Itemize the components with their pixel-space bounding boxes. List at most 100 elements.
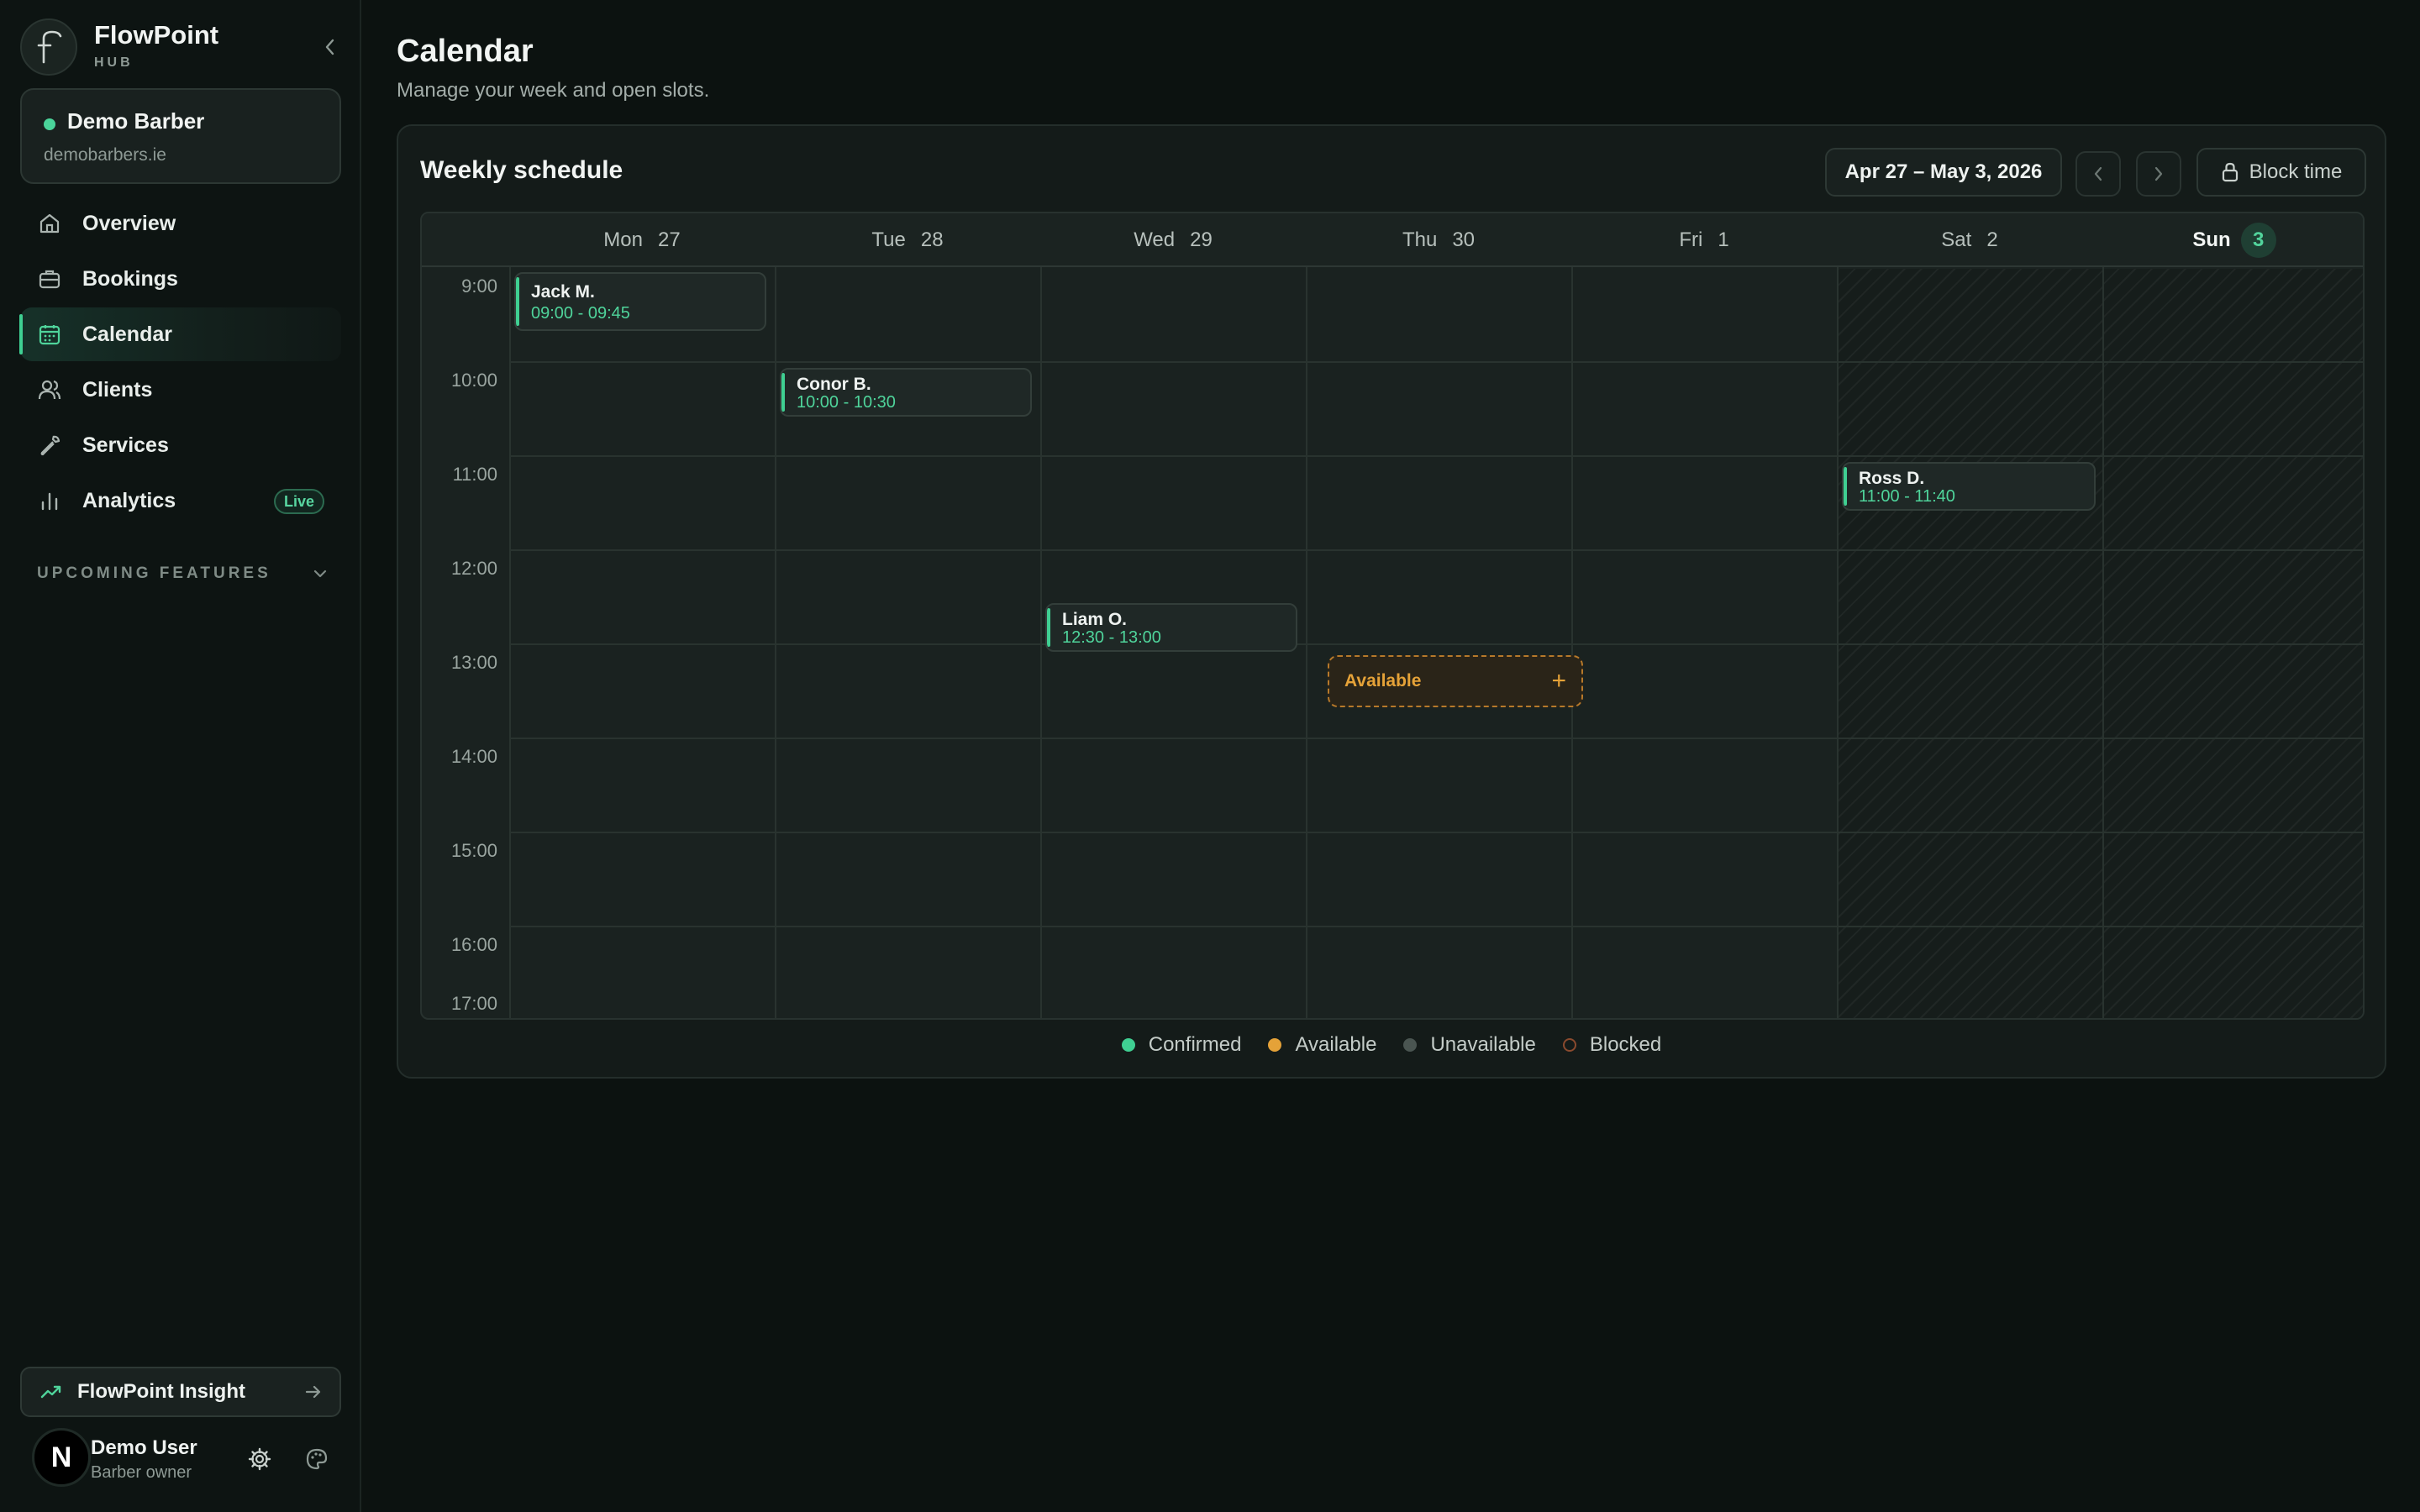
grid-line xyxy=(1837,267,1839,1018)
day-header-sun[interactable]: Sun 3 xyxy=(2102,213,2363,267)
collapse-sidebar-button[interactable] xyxy=(316,34,343,60)
legend-label: Blocked xyxy=(1589,1033,1662,1056)
day-number: 2 xyxy=(1986,228,1998,251)
booking-liam-o[interactable]: Liam O. 12:30 - 13:00 xyxy=(1045,603,1297,652)
nav-item-label: Analytics xyxy=(82,488,176,512)
nav-item-analytics[interactable]: Analytics Live xyxy=(20,474,341,528)
booking-jack-m[interactable]: Jack M. 09:00 - 09:45 xyxy=(514,272,766,331)
grid-line xyxy=(509,832,2363,833)
day-number: 29 xyxy=(1190,228,1213,251)
booking-client: Liam O. xyxy=(1062,610,1128,629)
booking-time: 11:00 - 11:40 xyxy=(1859,487,1955,506)
page-subtitle: Manage your week and open slots. xyxy=(397,79,710,102)
legend-dot xyxy=(1121,1038,1135,1052)
day-name: Wed xyxy=(1134,228,1176,251)
nav-item-calendar[interactable]: Calendar xyxy=(19,307,341,361)
booking-client: Ross D. xyxy=(1859,469,1925,488)
block-time-button[interactable]: Block time xyxy=(2196,148,2366,197)
day-header-fri[interactable]: Fri 1 xyxy=(1571,213,1837,267)
legend-dot xyxy=(1403,1038,1418,1052)
nav-item-label: Clients xyxy=(82,377,153,402)
workspace-switcher[interactable]: Demo Barber demobarbers.ie xyxy=(20,88,341,184)
legend-available: Available xyxy=(1268,1033,1376,1057)
legend-blocked: Blocked xyxy=(1562,1033,1662,1057)
live-badge: Live xyxy=(273,489,324,514)
hour-label: 10:00 xyxy=(450,370,497,391)
day-number: 27 xyxy=(657,228,681,251)
chevron-down-icon xyxy=(313,570,327,578)
brand-name: FlowPoint xyxy=(94,20,219,50)
grid-line xyxy=(1040,267,1042,1018)
available-slot-label: Available xyxy=(1344,671,1422,690)
chevron-right-icon xyxy=(2154,166,2163,181)
booking-ross-d[interactable]: Ross D. 11:00 - 11:40 xyxy=(1842,462,2096,511)
plus-icon: + xyxy=(1551,667,1566,695)
previous-week-button[interactable] xyxy=(2075,151,2121,197)
nav-item-overview[interactable]: Overview xyxy=(20,197,341,250)
hour-label: 14:00 xyxy=(450,746,497,767)
nav-item-clients[interactable]: Clients xyxy=(20,363,341,417)
calendar-legend: Confirmed Available Unavailable Blocked xyxy=(398,1033,2385,1057)
day-number: 28 xyxy=(920,228,944,251)
avatar[interactable]: N xyxy=(32,1428,91,1487)
workspace-status-dot xyxy=(44,118,55,130)
day-header-thu[interactable]: Thu 30 xyxy=(1306,213,1571,267)
bar-chart-icon xyxy=(37,488,62,513)
day-number: 1 xyxy=(1718,228,1729,251)
hour-label: 11:00 xyxy=(452,464,497,485)
upcoming-features-toggle[interactable]: UPCOMING FEATURES xyxy=(37,561,328,586)
hour-label: 17:00 xyxy=(450,993,497,1014)
schedule-title: Weekly schedule xyxy=(420,156,623,184)
flowpoint-insight-button[interactable]: FlowPoint Insight xyxy=(20,1367,341,1417)
booking-time: 12:30 - 13:00 xyxy=(1062,628,1161,647)
nav-item-services[interactable]: Services xyxy=(20,418,341,472)
hour-label: 9:00 xyxy=(461,276,497,297)
workspace-name: Demo Barber xyxy=(67,108,205,134)
logo-icon xyxy=(20,18,77,76)
day-number: 30 xyxy=(1452,228,1476,251)
grid-line xyxy=(509,361,2363,363)
chevron-left-icon xyxy=(325,39,334,55)
legend-label: Confirmed xyxy=(1148,1033,1242,1056)
calendar-grid: Mon 27 Tue 28 Wed 29 Thu 30 Fri 1 Sat 2 Sun 3 9… xyxy=(420,212,2365,1020)
user-profile: N Demo User Barber owner xyxy=(30,1425,341,1492)
day-header-sat[interactable]: Sat 2 xyxy=(1837,213,2102,267)
home-icon xyxy=(37,211,62,236)
legend-label: Unavailable xyxy=(1430,1033,1536,1056)
legend-unavailable: Unavailable xyxy=(1403,1033,1536,1057)
nav-item-bookings[interactable]: Bookings xyxy=(20,252,341,306)
grid-line xyxy=(509,549,2363,551)
brand: FlowPoint HUB xyxy=(20,18,343,77)
page-title: Calendar xyxy=(397,34,534,69)
booking-conor-b[interactable]: Conor B. 10:00 - 10:30 xyxy=(780,368,1032,417)
arrow-right-icon xyxy=(305,1385,321,1399)
users-icon xyxy=(37,377,62,402)
user-role: Barber owner xyxy=(91,1463,192,1482)
hour-label: 13:00 xyxy=(450,652,497,673)
grid-line xyxy=(1306,267,1307,1018)
brand-subtitle: HUB xyxy=(94,55,134,70)
trending-up-icon xyxy=(40,1385,61,1399)
sidebar: FlowPoint HUB Demo Barber demobarbers.ie… xyxy=(0,0,361,1512)
grid-line xyxy=(775,267,776,1018)
workspace-url: demobarbers.ie xyxy=(44,145,166,165)
day-header-tue[interactable]: Tue 28 xyxy=(775,213,1040,267)
day-header-wed[interactable]: Wed 29 xyxy=(1040,213,1306,267)
hour-label: 15:00 xyxy=(450,840,497,861)
booking-time: 09:00 - 09:45 xyxy=(531,304,630,323)
next-week-button[interactable] xyxy=(2136,151,2181,197)
available-slot[interactable]: Available + xyxy=(1328,655,1583,707)
grid-line xyxy=(509,926,2363,927)
theme-button[interactable] xyxy=(304,1446,329,1472)
date-range-picker[interactable]: Apr 27 – May 3, 2026 xyxy=(1825,148,2062,197)
day-header-mon[interactable]: Mon 27 xyxy=(509,213,775,267)
legend-dot xyxy=(1268,1038,1282,1052)
day-name: Sun xyxy=(2192,228,2231,251)
booking-client: Conor B. xyxy=(797,375,871,394)
nav-item-label: Bookings xyxy=(82,266,178,291)
nav-item-label: Calendar xyxy=(82,322,172,346)
nav-item-label: Overview xyxy=(82,211,176,235)
insight-label: FlowPoint Insight xyxy=(77,1380,245,1403)
weekly-schedule-panel: Weekly schedule Apr 27 – May 3, 2026 Blo… xyxy=(397,124,2386,1079)
settings-button[interactable] xyxy=(247,1446,272,1472)
